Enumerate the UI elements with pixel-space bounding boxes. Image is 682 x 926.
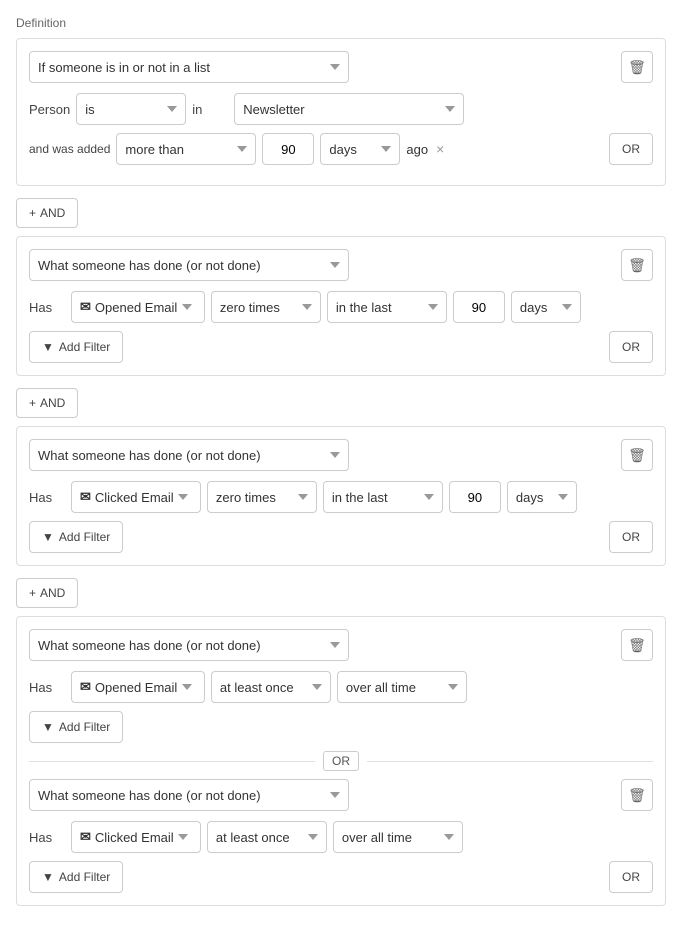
has-label-2: Has <box>29 300 65 315</box>
email-icon-4a: ✉ <box>80 679 91 695</box>
block3-delete-button[interactable]: 🗑 <box>621 439 653 471</box>
block4b-header: What someone has done (or not done) 🗑 <box>29 779 653 811</box>
and-button-1[interactable]: + AND <box>16 198 78 228</box>
plus-icon-1: + <box>29 206 36 220</box>
funnel-icon-4b: ▼ <box>42 870 54 884</box>
block4b-or-button[interactable]: OR <box>609 861 653 893</box>
time-condition-select[interactable]: more than <box>116 133 256 165</box>
block1-main-select[interactable]: If someone is in or not in a list <box>29 51 349 83</box>
person-condition-select[interactable]: is <box>76 93 186 125</box>
condition-block-4: What someone has done (or not done) 🗑 Ha… <box>16 616 666 906</box>
block4a-frequency-select[interactable]: at least once <box>211 671 331 703</box>
has-label-4b: Has <box>29 830 65 845</box>
block3-email-action-wrap: ✉ Clicked Email <box>71 481 201 513</box>
block4a-has-row: Has ✉ Opened Email at least once over al… <box>29 671 653 703</box>
has-label-4a: Has <box>29 680 65 695</box>
block1-or-button[interactable]: OR <box>609 133 653 165</box>
block2-time-condition-select[interactable]: in the last <box>327 291 447 323</box>
condition-block-1: If someone is in or not in a list 🗑 Pers… <box>16 38 666 186</box>
and-was-added-label: and was added <box>29 142 110 156</box>
block4a-filter-row: ▼ Add Filter <box>29 711 653 743</box>
block3-time-condition-select[interactable]: in the last <box>323 481 443 513</box>
block2-time-value-input[interactable] <box>453 291 505 323</box>
block3-or-button[interactable]: OR <box>609 521 653 553</box>
block4b-delete-button[interactable]: 🗑 <box>621 779 653 811</box>
condition-block-2: What someone has done (or not done) 🗑 Ha… <box>16 236 666 376</box>
block4a-add-filter-button[interactable]: ▼ Add Filter <box>29 711 123 743</box>
block4b: What someone has done (or not done) 🗑 Ha… <box>29 779 653 893</box>
trash-icon-4b: 🗑 <box>628 787 646 804</box>
email-icon-3: ✉ <box>80 489 91 505</box>
time-value-input[interactable] <box>262 133 314 165</box>
block4b-email-action-select[interactable]: Clicked Email <box>95 830 192 845</box>
block3-header: What someone has done (or not done) 🗑 <box>29 439 653 471</box>
block2-frequency-select[interactable]: zero times <box>211 291 321 323</box>
block4b-main-select[interactable]: What someone has done (or not done) <box>29 779 349 811</box>
block2-has-row: Has ✉ Opened Email zero times in the las… <box>29 291 653 323</box>
funnel-icon-4a: ▼ <box>42 720 54 734</box>
email-icon-2: ✉ <box>80 299 91 315</box>
or-divider: OR <box>29 751 653 771</box>
person-label: Person <box>29 102 70 117</box>
funnel-icon-3: ▼ <box>42 530 54 544</box>
block2-main-select[interactable]: What someone has done (or not done) <box>29 249 349 281</box>
block2-delete-button[interactable]: 🗑 <box>621 249 653 281</box>
block2-add-filter-button[interactable]: ▼ Add Filter <box>29 331 123 363</box>
block3-time-value-input[interactable] <box>449 481 501 513</box>
block4b-time-condition-select[interactable]: over all time <box>333 821 463 853</box>
block4a-time-condition-select[interactable]: over all time <box>337 671 467 703</box>
block4a-email-action-select[interactable]: Opened Email <box>95 680 196 695</box>
list-select[interactable]: Newsletter <box>234 93 464 125</box>
plus-icon-2: + <box>29 396 36 410</box>
time-unit-select[interactable]: days <box>320 133 400 165</box>
block2-or-button[interactable]: OR <box>609 331 653 363</box>
block2-header: What someone has done (or not done) 🗑 <box>29 249 653 281</box>
plus-icon-3: + <box>29 586 36 600</box>
definition-label: Definition <box>16 16 666 30</box>
block3-time-unit-select[interactable]: days <box>507 481 577 513</box>
trash-icon-2: 🗑 <box>628 257 646 274</box>
block4a-email-action-wrap: ✉ Opened Email <box>71 671 205 703</box>
block3-main-select[interactable]: What someone has done (or not done) <box>29 439 349 471</box>
block1-person-row: Person is in Newsletter <box>29 93 653 125</box>
or-badge: OR <box>323 751 359 771</box>
block1-delete-button[interactable]: 🗑 <box>621 51 653 83</box>
condition-block-3: What someone has done (or not done) 🗑 Ha… <box>16 426 666 566</box>
block4a: What someone has done (or not done) 🗑 Ha… <box>29 629 653 743</box>
block3-add-filter-button[interactable]: ▼ Add Filter <box>29 521 123 553</box>
block4a-header: What someone has done (or not done) 🗑 <box>29 629 653 661</box>
block4b-add-filter-button[interactable]: ▼ Add Filter <box>29 861 123 893</box>
block1-added-row: and was added more than days ago × OR <box>29 133 653 165</box>
block3-frequency-select[interactable]: zero times <box>207 481 317 513</box>
block1-header: If someone is in or not in a list 🗑 <box>29 51 653 83</box>
trash-icon: 🗑 <box>628 59 646 76</box>
block4a-delete-button[interactable]: 🗑 <box>621 629 653 661</box>
trash-icon-4a: 🗑 <box>628 637 646 654</box>
and-button-2[interactable]: + AND <box>16 388 78 418</box>
block2-time-unit-select[interactable]: days <box>511 291 581 323</box>
in-label: in <box>192 102 228 117</box>
has-label-3: Has <box>29 490 65 505</box>
or-divider-line-left <box>29 761 315 762</box>
funnel-icon-2: ▼ <box>42 340 54 354</box>
and-button-3[interactable]: + AND <box>16 578 78 608</box>
ago-label: ago <box>406 142 428 157</box>
block4b-filter-row: ▼ Add Filter OR <box>29 861 653 893</box>
block2-email-action-select[interactable]: Opened Email <box>95 300 196 315</box>
or-divider-line-right <box>367 761 653 762</box>
block3-has-row: Has ✉ Clicked Email zero times in the la… <box>29 481 653 513</box>
email-icon-4b: ✉ <box>80 829 91 845</box>
block4b-has-row: Has ✉ Clicked Email at least once over a… <box>29 821 653 853</box>
block4b-email-action-wrap: ✉ Clicked Email <box>71 821 201 853</box>
block3-email-action-select[interactable]: Clicked Email <box>95 490 192 505</box>
trash-icon-3: 🗑 <box>628 447 646 464</box>
block2-filter-row: ▼ Add Filter OR <box>29 331 653 363</box>
ago-remove-button[interactable]: × <box>434 141 446 157</box>
block4b-frequency-select[interactable]: at least once <box>207 821 327 853</box>
block2-email-action-wrap: ✉ Opened Email <box>71 291 205 323</box>
block3-filter-row: ▼ Add Filter OR <box>29 521 653 553</box>
block4a-main-select[interactable]: What someone has done (or not done) <box>29 629 349 661</box>
